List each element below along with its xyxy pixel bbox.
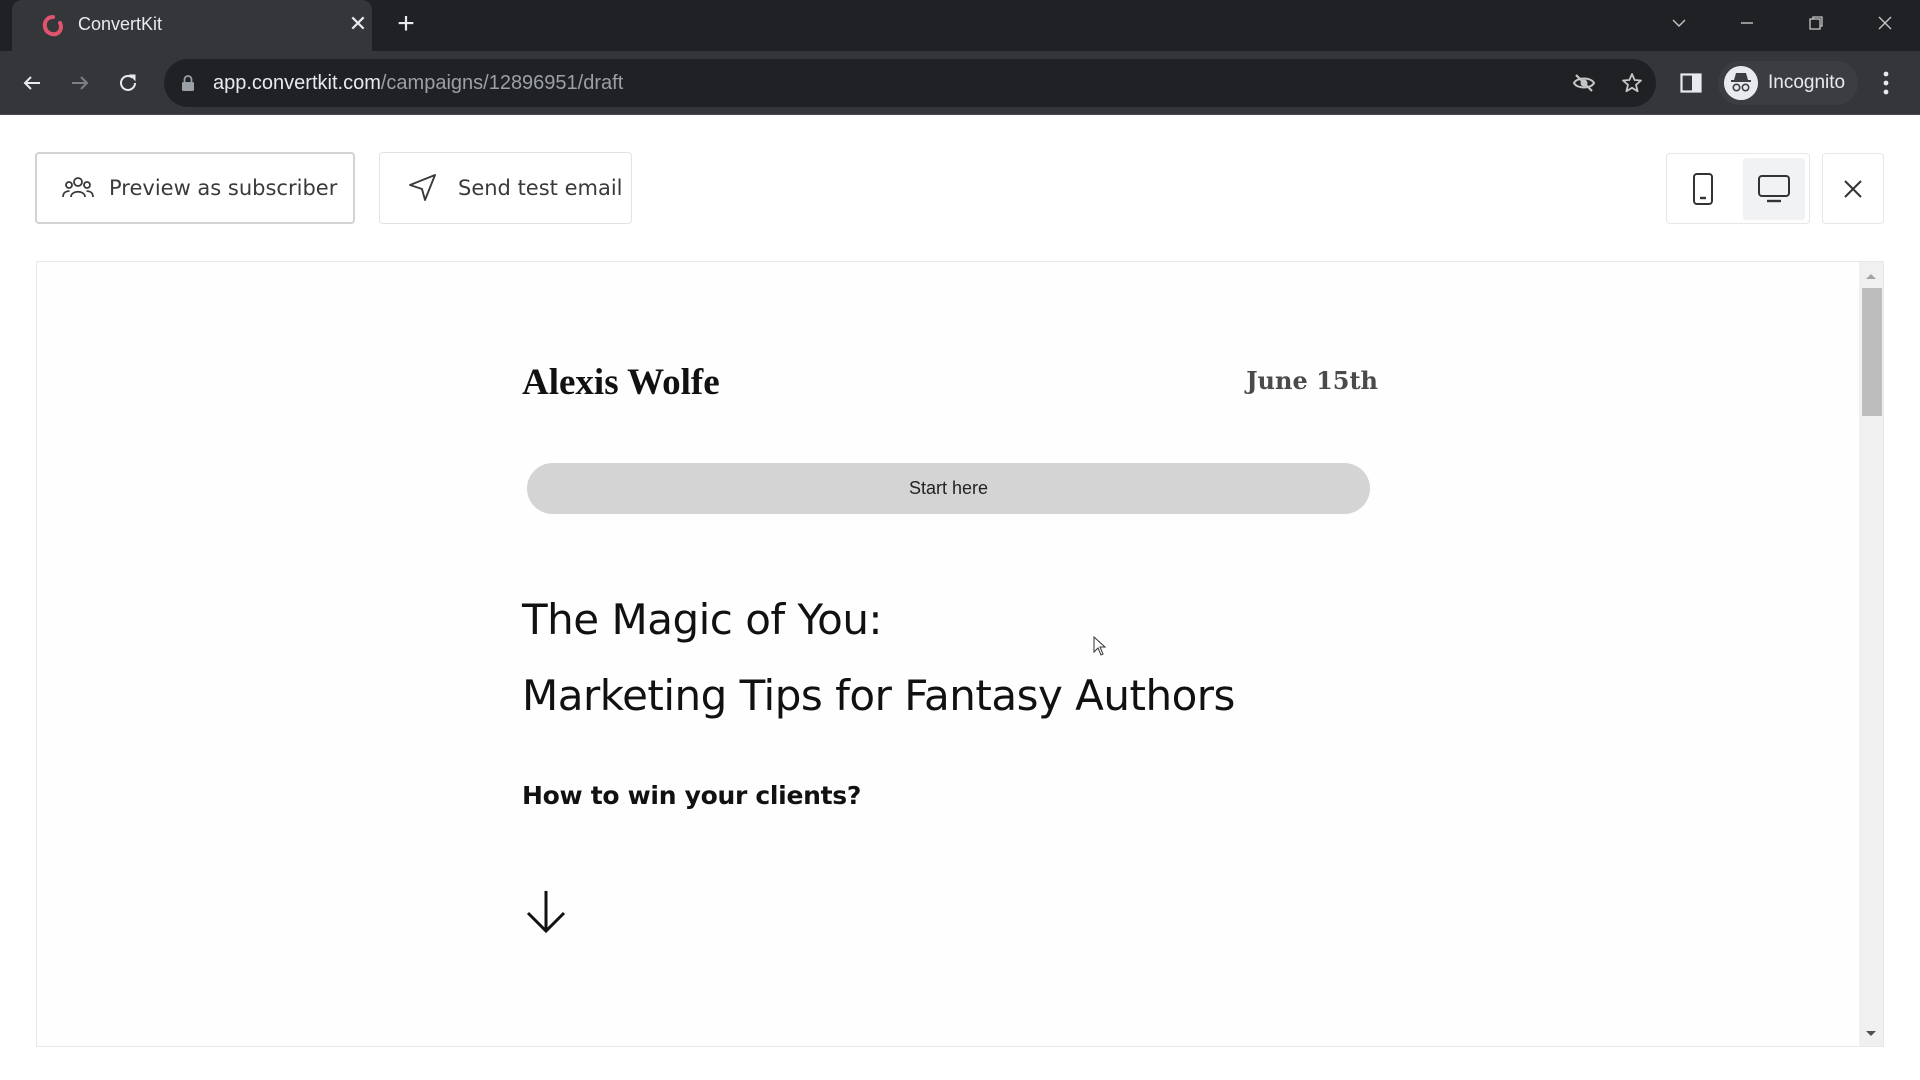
- close-window-button[interactable]: [1865, 8, 1905, 38]
- preview-as-subscriber-label: Preview as subscriber: [109, 176, 338, 200]
- mouse-cursor-icon: [1093, 636, 1107, 656]
- incognito-profile-button[interactable]: Incognito: [1718, 61, 1858, 105]
- scrollbar-thumb[interactable]: [1862, 288, 1882, 416]
- scroll-down-arrow-icon[interactable]: [1859, 1024, 1883, 1044]
- more-menu-icon[interactable]: [1876, 69, 1896, 97]
- minimize-icon: [1741, 22, 1753, 24]
- send-icon: [409, 174, 436, 201]
- desktop-icon: [1758, 175, 1790, 203]
- side-panel-icon[interactable]: [1680, 73, 1702, 93]
- scroll-up-arrow-icon[interactable]: [1859, 266, 1883, 286]
- reload-button[interactable]: [110, 65, 146, 101]
- email-headline: The Magic of You: Marketing Tips for Fan…: [522, 582, 1235, 734]
- incognito-icon: [1724, 66, 1758, 100]
- email-subheading: How to win your clients?: [522, 781, 862, 810]
- headline-line-1: The Magic of You:: [522, 595, 883, 644]
- restore-button[interactable]: [1796, 8, 1836, 38]
- new-tab-button[interactable]: +: [392, 9, 420, 39]
- eye-slash-icon[interactable]: [1572, 71, 1596, 95]
- browser-tab[interactable]: ConvertKit ✕: [12, 0, 372, 51]
- address-bar[interactable]: app.convertkit.com/campaigns/12896951/dr…: [164, 59, 1656, 107]
- browser-tab-strip: ConvertKit ✕ +: [0, 0, 1920, 51]
- mobile-icon: [1693, 173, 1713, 205]
- sender-name: Alexis Wolfe: [522, 362, 720, 403]
- url-text[interactable]: app.convertkit.com/campaigns/12896951/dr…: [213, 72, 623, 95]
- reload-icon: [120, 74, 136, 91]
- browser-toolbar: app.convertkit.com/campaigns/12896951/dr…: [0, 51, 1920, 115]
- profile-label: Incognito: [1768, 72, 1846, 93]
- email-preview-frame: Alexis Wolfe June 15th Start here The Ma…: [36, 261, 1884, 1047]
- desktop-view-button[interactable]: [1743, 158, 1805, 220]
- arrow-left-icon: [23, 76, 40, 90]
- preview-as-subscriber-button[interactable]: Preview as subscriber: [35, 152, 355, 224]
- tab-search-button[interactable]: [1659, 8, 1699, 38]
- minimize-button[interactable]: [1727, 8, 1767, 38]
- star-icon[interactable]: [1620, 71, 1644, 95]
- preview-scrollbar[interactable]: [1859, 262, 1883, 1046]
- send-test-email-label: Send test email: [458, 176, 623, 200]
- headline-line-2: Marketing Tips for Fantasy Authors: [522, 671, 1235, 720]
- lock-icon: [182, 75, 194, 91]
- arrow-right-icon: [72, 76, 89, 90]
- back-button[interactable]: [14, 65, 50, 101]
- send-test-email-button[interactable]: Send test email: [379, 152, 632, 224]
- users-icon: [62, 177, 94, 198]
- mobile-view-button[interactable]: [1672, 158, 1734, 220]
- email-date: June 15th: [1246, 366, 1378, 395]
- convertkit-logo-icon: [42, 15, 63, 37]
- chevron-down-icon: [1672, 19, 1686, 27]
- url-host: app.convertkit.com: [213, 72, 381, 94]
- tab-title: ConvertKit: [78, 14, 163, 34]
- arrow-down-icon: [526, 891, 566, 934]
- restore-icon: [1809, 16, 1823, 30]
- device-toggle-group: [1666, 153, 1810, 224]
- forward-button[interactable]: [62, 65, 98, 101]
- start-here-button[interactable]: Start here: [527, 463, 1370, 514]
- tab-close-icon[interactable]: ✕: [346, 12, 370, 36]
- close-icon: [1844, 179, 1862, 198]
- close-preview-button[interactable]: [1822, 153, 1884, 224]
- close-icon: [1878, 16, 1892, 30]
- url-path: /campaigns/12896951/draft: [380, 72, 624, 94]
